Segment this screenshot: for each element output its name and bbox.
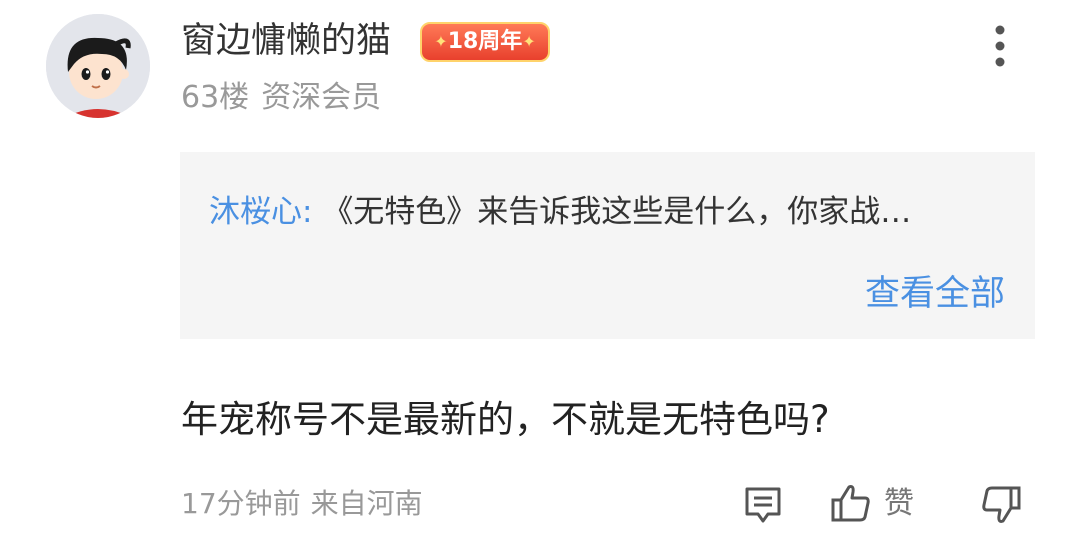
star-icon: ✦ bbox=[434, 32, 448, 51]
badge-label: 18周年 bbox=[447, 29, 523, 54]
star-icon: ✦ bbox=[522, 32, 536, 51]
avatar[interactable] bbox=[46, 14, 150, 118]
floor-number: 63楼 bbox=[181, 80, 250, 115]
more-vertical-icon[interactable] bbox=[984, 22, 1016, 70]
post-time: 17分钟前 bbox=[181, 487, 301, 520]
thumbs-down-icon[interactable] bbox=[980, 484, 1022, 526]
anniversary-badge: ✦18周年✦ bbox=[420, 22, 550, 62]
comment-icon[interactable] bbox=[742, 484, 784, 526]
comment-footer-meta: 17分钟前 来自河南 bbox=[181, 485, 423, 523]
quoted-reply[interactable]: 沐桜心: 《无特色》来告诉我这些是什么，你家战… 查看全部 bbox=[180, 152, 1035, 339]
comment-text: 年宠称号不是最新的，不就是无特色吗? bbox=[181, 398, 830, 441]
username[interactable]: 窗边慵懒的猫 bbox=[181, 17, 391, 65]
quoted-username[interactable]: 沐桜心: bbox=[209, 194, 312, 230]
post-meta: 63楼 资深会员 bbox=[181, 78, 381, 118]
view-all-link[interactable]: 查看全部 bbox=[865, 270, 1005, 318]
post-location: 来自河南 bbox=[310, 487, 423, 520]
thumbs-up-icon[interactable] bbox=[830, 482, 872, 524]
like-label[interactable]: 赞 bbox=[884, 484, 914, 524]
quoted-text: 《无特色》来告诉我这些是什么，你家战… bbox=[322, 194, 912, 230]
quoted-reply-line: 沐桜心: 《无特色》来告诉我这些是什么，你家战… bbox=[209, 190, 911, 234]
member-level: 资深会员 bbox=[261, 80, 382, 115]
